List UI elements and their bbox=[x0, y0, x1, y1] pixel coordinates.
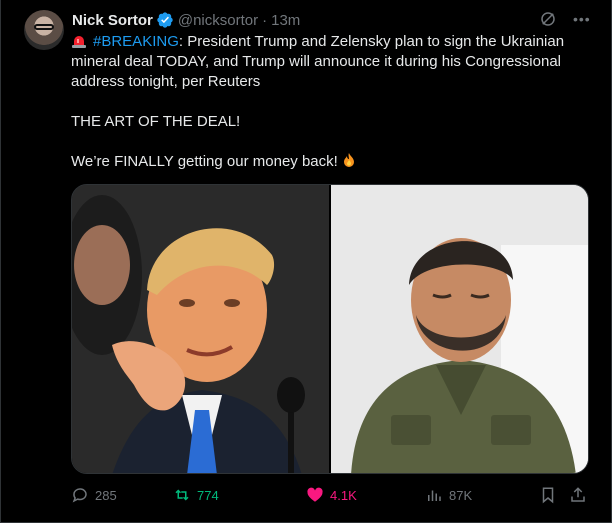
post-text: #BREAKING: President Trump and Zelensky … bbox=[71, 32, 591, 172]
verified-badge-icon bbox=[157, 12, 173, 28]
photo-zelensky[interactable] bbox=[331, 185, 588, 473]
views-icon bbox=[428, 490, 441, 501]
action-bar: 285 774 4.1K 87K bbox=[71, 484, 591, 506]
repost-count: 774 bbox=[197, 487, 219, 503]
photo-zelensky-illustration bbox=[331, 185, 588, 473]
like-button[interactable]: 4.1K bbox=[306, 486, 357, 504]
fire-icon bbox=[343, 153, 354, 167]
media-grid[interactable] bbox=[71, 184, 589, 474]
bookmark-icon bbox=[542, 487, 554, 504]
photo-trump-illustration bbox=[72, 185, 329, 473]
share-icon bbox=[571, 487, 585, 502]
grok-icon[interactable] bbox=[539, 10, 557, 28]
post-time[interactable]: 13m bbox=[271, 12, 300, 29]
like-icon bbox=[307, 487, 323, 502]
reply-button[interactable]: 285 bbox=[71, 486, 117, 504]
header-actions: ••• bbox=[539, 10, 591, 28]
repost-icon bbox=[175, 489, 189, 501]
post-paragraph-breaking: #BREAKING: President Trump and Zelensky … bbox=[71, 32, 591, 92]
post-line2: THE ART OF THE DEAL! bbox=[71, 113, 241, 130]
avatar-glasses bbox=[34, 24, 54, 30]
hashtag-breaking[interactable]: #BREAKING bbox=[93, 33, 179, 50]
post-paragraph-money: We’re FINALLY getting our money back! bbox=[71, 152, 591, 172]
post-line3: We’re FINALLY getting our money back! bbox=[71, 153, 338, 170]
siren-icon bbox=[72, 36, 86, 48]
views-count: 87K bbox=[449, 487, 473, 503]
bookmark-button[interactable] bbox=[539, 486, 557, 504]
reply-icon bbox=[72, 488, 87, 503]
views-button[interactable]: 87K bbox=[425, 486, 472, 504]
author-name[interactable]: Nick Sortor bbox=[72, 12, 153, 29]
repost-button[interactable]: 774 bbox=[173, 486, 219, 504]
reply-count: 285 bbox=[95, 487, 117, 503]
avatar[interactable] bbox=[24, 10, 64, 50]
share-button[interactable] bbox=[569, 486, 587, 504]
photo-trump[interactable] bbox=[72, 185, 329, 473]
author-handle[interactable]: @nicksortor bbox=[178, 12, 258, 29]
separator-dot: · bbox=[262, 11, 268, 29]
post-header: Nick Sortor @nicksortor · 13m ••• bbox=[72, 10, 591, 30]
post-card[interactable]: Nick Sortor @nicksortor · 13m ••• #BREAK… bbox=[0, 0, 612, 523]
more-icon[interactable]: ••• bbox=[573, 10, 591, 28]
like-count: 4.1K bbox=[330, 487, 357, 503]
